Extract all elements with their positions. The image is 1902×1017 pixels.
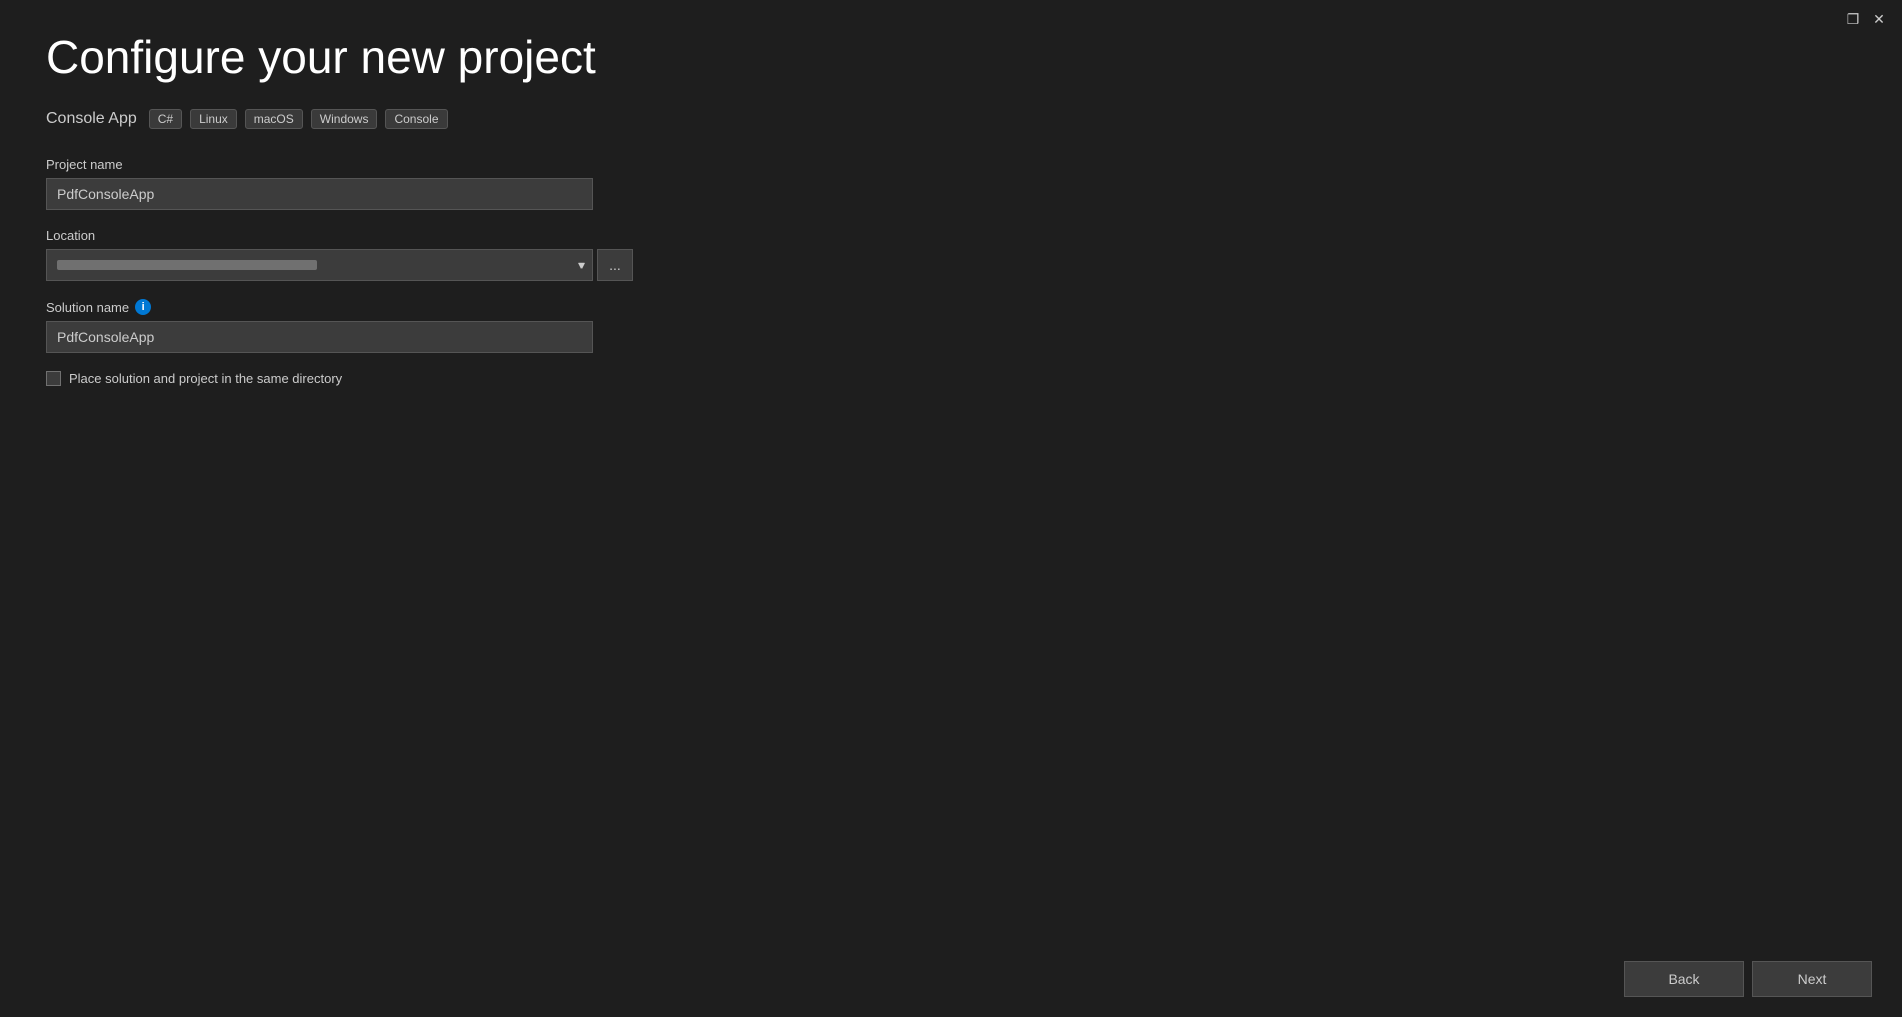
solution-name-input[interactable] [46,321,593,353]
project-name-input[interactable] [46,178,593,210]
same-directory-row: Place solution and project in the same d… [46,371,1856,386]
location-section: Location ▾ ... [46,228,1856,281]
page-title: Configure your new project [46,30,1856,85]
location-select-wrapper: ▾ [46,249,593,281]
tag-console: Console [385,109,447,129]
same-directory-checkbox[interactable] [46,371,61,386]
project-type-row: Console App C# Linux macOS Windows Conso… [46,109,1856,129]
same-directory-label[interactable]: Place solution and project in the same d… [69,371,342,386]
main-content: Configure your new project Console App C… [0,0,1902,1017]
location-row: ▾ ... [46,249,1856,281]
location-label: Location [46,228,1856,243]
location-path-visual [57,260,317,270]
tag-linux: Linux [190,109,237,129]
back-button[interactable]: Back [1624,961,1744,997]
tag-csharp: C# [149,109,182,129]
tag-macos: macOS [245,109,303,129]
bottom-bar: Back Next [1594,941,1902,1017]
project-name-section: Project name [46,157,1856,210]
solution-name-section: Solution name i [46,299,1856,353]
next-button[interactable]: Next [1752,961,1872,997]
solution-name-info-icon[interactable]: i [135,299,151,315]
project-name-label: Project name [46,157,1856,172]
project-type-name: Console App [46,110,137,128]
tag-windows: Windows [311,109,378,129]
browse-button[interactable]: ... [597,249,633,281]
solution-name-label: Solution name i [46,299,1856,315]
